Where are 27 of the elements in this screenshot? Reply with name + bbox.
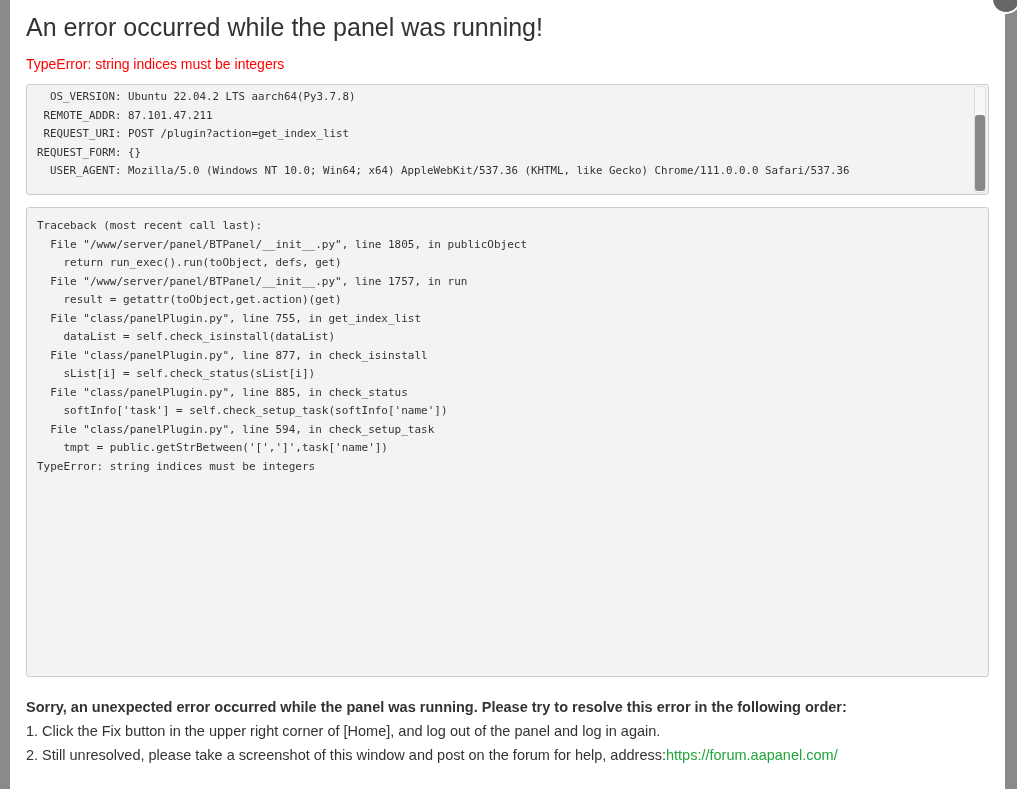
traceback-line: TypeError: string indices must be integers <box>37 458 317 475</box>
environment-line: USER_AGENT: Mozilla/5.0 (Windows NT 10.0; Win64; x64) AppleWebKit/537.36 (KHTML, like Gecko) Chrome/111.0.0.0 Safari/537.36 <box>49 163 851 179</box>
traceback-line: tmpt = public.getStrBetween('[',']',task['name']) <box>62 440 389 456</box>
traceback-line: return run_exec().run(toObject, defs, get) <box>62 255 343 271</box>
help-step: 1. Click the Fix button in the upper right corner of [Home], and log out of the panel and log in again. <box>26 723 661 739</box>
help-heading: Sorry, an unexpected error occurred while the panel was running. Please try to resolve this error in the following order: <box>26 698 848 717</box>
traceback-line: dataList = self.check_isinstall(dataList) <box>62 329 336 345</box>
traceback-line: File "class/panelPlugin.py", line 755, in get_index_list <box>49 310 423 327</box>
traceback-line: sList[i] = self.check_status(sList[i]) <box>62 366 317 382</box>
error-message: TypeError: string indices must be integers <box>26 56 286 72</box>
help-step: 2. Still unresolved, please take a screenshot of this window and post on the forum for help, address: <box>26 747 666 763</box>
traceback-line: File "/www/server/panel/BTPanel/__init__.py", line 1757, in run <box>49 273 469 290</box>
environment-line: REQUEST_URI: POST /plugin?action=get_index_list <box>42 126 350 142</box>
traceback-line: Traceback (most recent call last): <box>37 218 264 234</box>
forum-link[interactable]: https://forum.aapanel.com/ <box>666 747 838 763</box>
traceback-line: softInfo['task'] = self.check_setup_task(softInfo['name']) <box>62 403 449 419</box>
scrollbar[interactable] <box>974 86 986 193</box>
traceback-line: File "class/panelPlugin.py", line 877, in check_isinstall <box>49 347 429 364</box>
traceback-line: File "class/panelPlugin.py", line 885, in check_status <box>49 384 409 401</box>
traceback-line: File "/www/server/panel/BTPanel/__init__.py", line 1805, in publicObject <box>49 236 529 253</box>
scrollbar-thumb[interactable] <box>975 115 985 191</box>
traceback-line: File "class/panelPlugin.py", line 594, in check_setup_task <box>49 421 436 438</box>
environment-line: OS_VERSION: Ubuntu 22.04.2 LTS aarch64(Py3.7.8) <box>49 89 357 105</box>
environment-line: REQUEST_FORM: {} <box>37 144 142 161</box>
environment-line: REMOTE_ADDR: 87.101.47.211 <box>42 107 214 124</box>
traceback-line: result = getattr(toObject,get.action)(get) <box>62 292 343 308</box>
dialog-title: An error occurred while the panel was running! <box>26 12 544 43</box>
